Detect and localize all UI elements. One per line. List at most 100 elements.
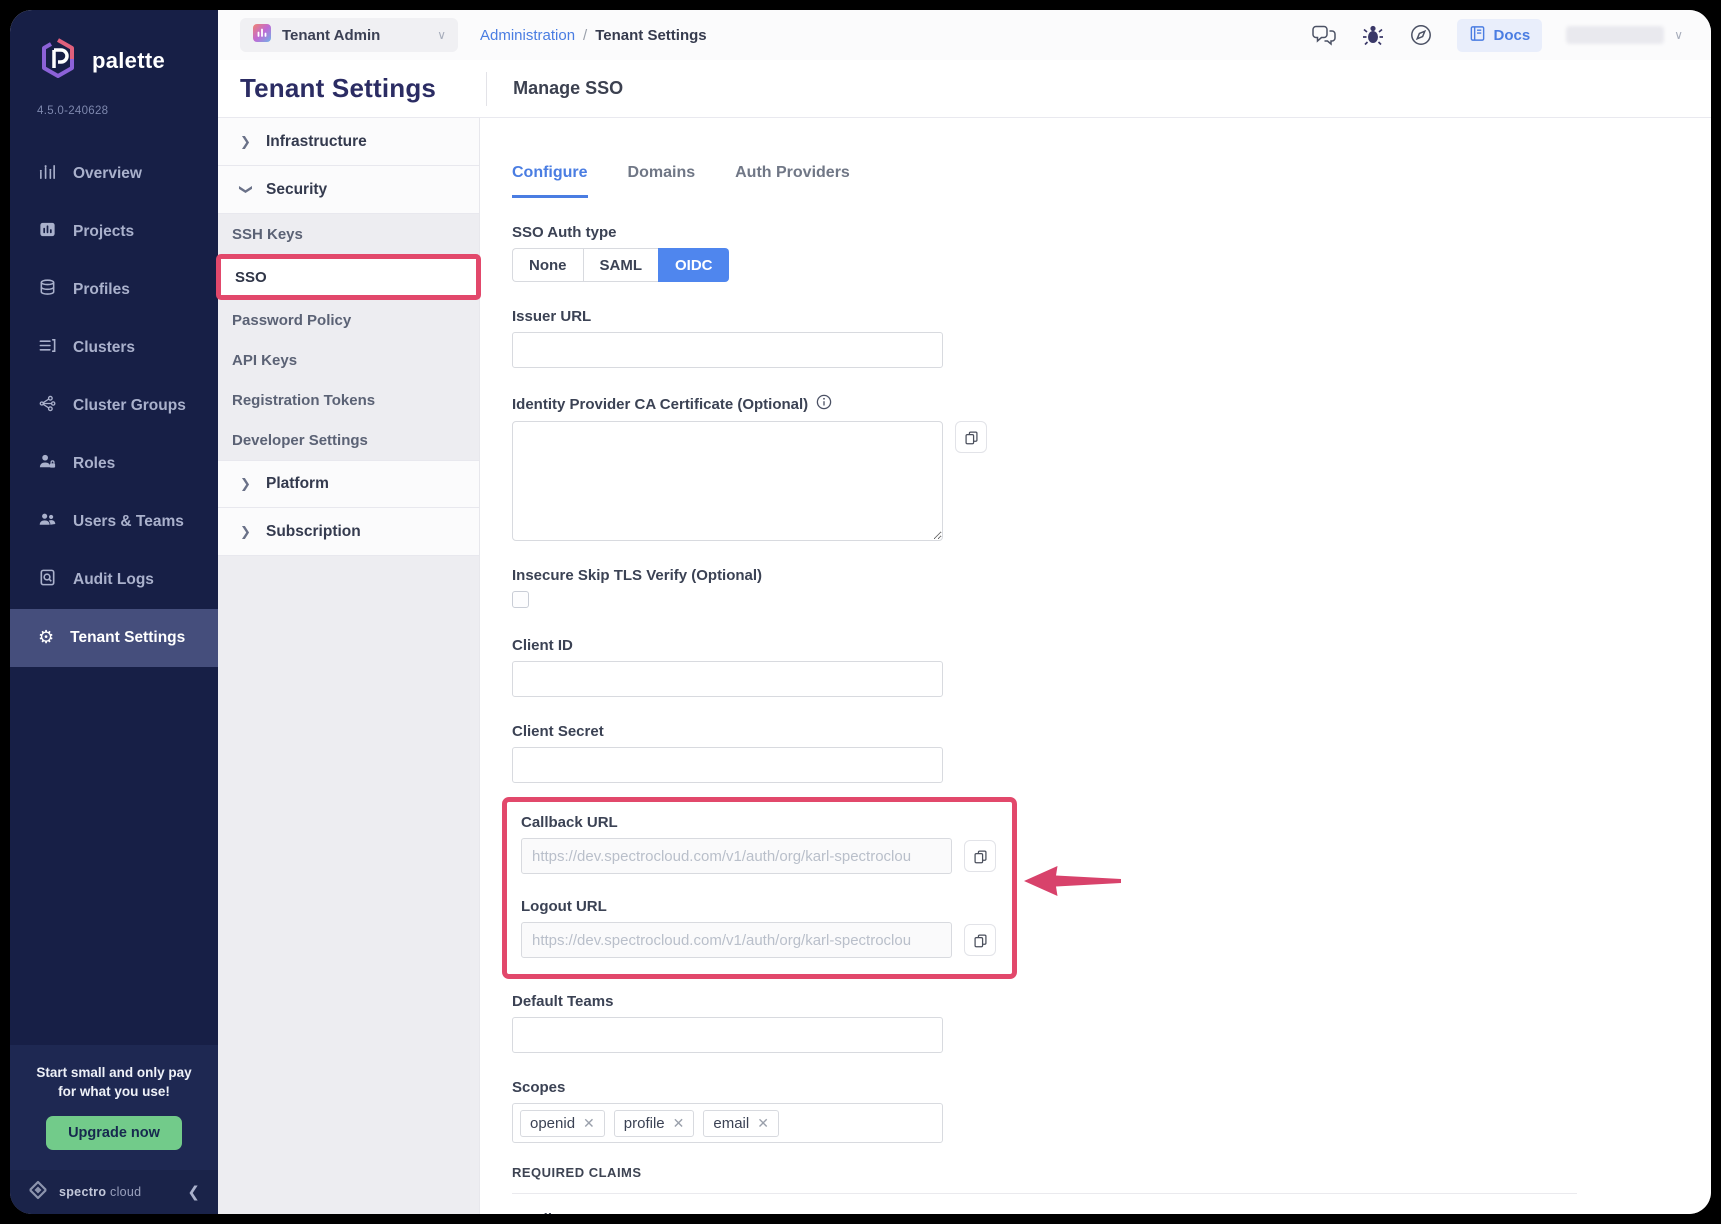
chevron-right-icon: ❯ — [240, 524, 252, 540]
issuer-url-input[interactable] — [512, 332, 943, 368]
sidebar-item-label: Users & Teams — [73, 513, 184, 531]
sidebar-item-overview[interactable]: Overview — [10, 145, 218, 203]
remove-chip-icon[interactable]: ✕ — [583, 1115, 595, 1132]
page-title: Tenant Settings — [240, 73, 436, 104]
sso-configure-panel: Configure Domains Auth Providers SSO Aut… — [480, 118, 1711, 1214]
nav-item-sso[interactable]: SSO — [216, 254, 481, 300]
field-label: Logout URL — [521, 898, 998, 915]
field-logout-url: Logout URL — [521, 898, 998, 958]
upgrade-now-button[interactable]: Upgrade now — [46, 1116, 182, 1150]
remove-chip-icon[interactable]: ✕ — [757, 1115, 769, 1132]
sidebar-item-label: Cluster Groups — [73, 397, 186, 415]
upgrade-promo: Start small and only pay for what you us… — [10, 1045, 218, 1170]
field-scopes: Scopes openid✕ profile✕ email✕ — [512, 1079, 1711, 1143]
section-label: Security — [266, 181, 327, 199]
nav-item-password-policy[interactable]: Password Policy — [218, 300, 479, 340]
red-annotation-box: Callback URL Logout URL — [502, 797, 1017, 979]
tabs: Configure Domains Auth Providers — [512, 164, 1711, 198]
sidebar-item-profiles[interactable]: Profiles — [10, 261, 218, 319]
skip-tls-checkbox[interactable] — [512, 591, 529, 608]
remove-chip-icon[interactable]: ✕ — [673, 1115, 685, 1132]
field-label: SSO Auth type — [512, 224, 1711, 241]
client-secret-input[interactable] — [512, 747, 943, 783]
sso-auth-type-segmented: None SAML OIDC — [512, 248, 1711, 282]
copy-callback-url-button[interactable] — [964, 840, 996, 872]
sidebar-item-label: Projects — [73, 223, 134, 241]
user-menu[interactable]: ∨ — [1566, 26, 1683, 44]
security-subnav: SSH Keys SSO Password Policy API Keys Re… — [218, 214, 479, 460]
field-default-teams: Default Teams — [512, 993, 1711, 1053]
required-claims-heading: REQUIRED CLAIMS — [512, 1165, 1711, 1180]
nav-section-platform[interactable]: ❯ Platform — [218, 460, 479, 508]
field-label: Issuer URL — [512, 308, 1711, 325]
default-teams-input[interactable] — [512, 1017, 943, 1053]
nav-item-api-keys[interactable]: API Keys — [218, 340, 479, 380]
sidebar-item-label: Tenant Settings — [70, 629, 185, 647]
scopes-input[interactable]: openid✕ profile✕ email✕ — [512, 1103, 943, 1143]
chevron-down-icon: ❯ — [238, 184, 254, 196]
tab-auth-providers[interactable]: Auth Providers — [735, 164, 850, 198]
field-label: Email — [512, 1211, 1711, 1214]
field-label: Client Secret — [512, 723, 1711, 740]
field-label: Callback URL — [521, 814, 998, 831]
collapse-sidebar-icon[interactable]: ❮ — [187, 1183, 200, 1201]
sidebar-item-clusters[interactable]: Clusters — [10, 319, 218, 377]
feedback-chat-icon[interactable] — [1311, 24, 1337, 46]
field-issuer-url: Issuer URL — [512, 308, 1711, 368]
projects-icon — [38, 220, 57, 244]
auth-type-oidc-button[interactable]: OIDC — [658, 248, 729, 282]
nav-item-developer-settings[interactable]: Developer Settings — [218, 420, 479, 460]
section-label: Platform — [266, 475, 329, 493]
user-name-blurred — [1566, 26, 1664, 44]
copy-logout-url-button[interactable] — [964, 924, 996, 956]
section-label: Infrastructure — [266, 133, 367, 151]
project-selector[interactable]: Tenant Admin ∨ — [240, 18, 458, 52]
copy-ca-certificate-button[interactable] — [955, 421, 987, 453]
sidebar-item-audit-logs[interactable]: Audit Logs — [10, 551, 218, 609]
sidebar-item-users-teams[interactable]: Users & Teams — [10, 493, 218, 551]
nav-section-infrastructure[interactable]: ❯ Infrastructure — [218, 118, 479, 166]
app-version: 4.5.0-240628 — [10, 91, 218, 127]
sidebar-item-label: Profiles — [73, 281, 130, 299]
clusters-icon — [38, 336, 57, 360]
ca-certificate-textarea[interactable] — [512, 421, 943, 541]
nav-section-security[interactable]: ❯ Security — [218, 166, 479, 214]
sidebar-item-roles[interactable]: Roles — [10, 435, 218, 493]
brand: palette — [10, 10, 218, 91]
client-id-input[interactable] — [512, 661, 943, 697]
nav-section-subscription[interactable]: ❯ Subscription — [218, 508, 479, 556]
breadcrumb-administration[interactable]: Administration — [480, 27, 575, 44]
nav-item-ssh-keys[interactable]: SSH Keys — [218, 214, 479, 254]
docs-button[interactable]: Docs — [1457, 19, 1543, 52]
section-label: Subscription — [266, 523, 361, 541]
tab-configure[interactable]: Configure — [512, 164, 588, 198]
field-client-id: Client ID — [512, 637, 1711, 697]
docs-label: Docs — [1494, 27, 1531, 44]
info-icon[interactable] — [816, 394, 832, 414]
field-sso-auth-type: SSO Auth type None SAML OIDC — [512, 224, 1711, 282]
sidebar-item-cluster-groups[interactable]: Cluster Groups — [10, 377, 218, 435]
body-row: ❯ Infrastructure ❯ Security SSH Keys SSO… — [218, 118, 1711, 1214]
breadcrumb-separator: / — [583, 27, 587, 44]
bug-report-icon[interactable] — [1361, 23, 1385, 47]
chevron-right-icon: ❯ — [240, 134, 252, 150]
explore-compass-icon[interactable] — [1409, 23, 1433, 47]
auth-type-saml-button[interactable]: SAML — [583, 248, 659, 282]
content-column: Tenant Admin ∨ Administration / Tenant S… — [218, 10, 1711, 1214]
brand-name: palette — [92, 48, 165, 74]
auth-type-none-button[interactable]: None — [512, 248, 583, 282]
chevron-down-icon: ∨ — [437, 28, 446, 42]
spectro-cloud-logo-icon — [26, 1178, 50, 1207]
topbar: Tenant Admin ∨ Administration / Tenant S… — [218, 10, 1711, 60]
field-label: Default Teams — [512, 993, 1711, 1010]
topbar-actions: Docs ∨ — [1311, 19, 1683, 52]
nav-item-registration-tokens[interactable]: Registration Tokens — [218, 380, 479, 420]
settings-nav: ❯ Infrastructure ❯ Security SSH Keys SSO… — [218, 118, 480, 1214]
callback-url-input[interactable] — [521, 838, 952, 874]
roles-icon — [38, 452, 57, 476]
tab-domains[interactable]: Domains — [628, 164, 696, 198]
field-label: Insecure Skip TLS Verify (Optional) — [512, 567, 1711, 584]
logout-url-input[interactable] — [521, 922, 952, 958]
sidebar-item-projects[interactable]: Projects — [10, 203, 218, 261]
sidebar-item-tenant-settings[interactable]: ⚙ Tenant Settings — [10, 609, 218, 667]
